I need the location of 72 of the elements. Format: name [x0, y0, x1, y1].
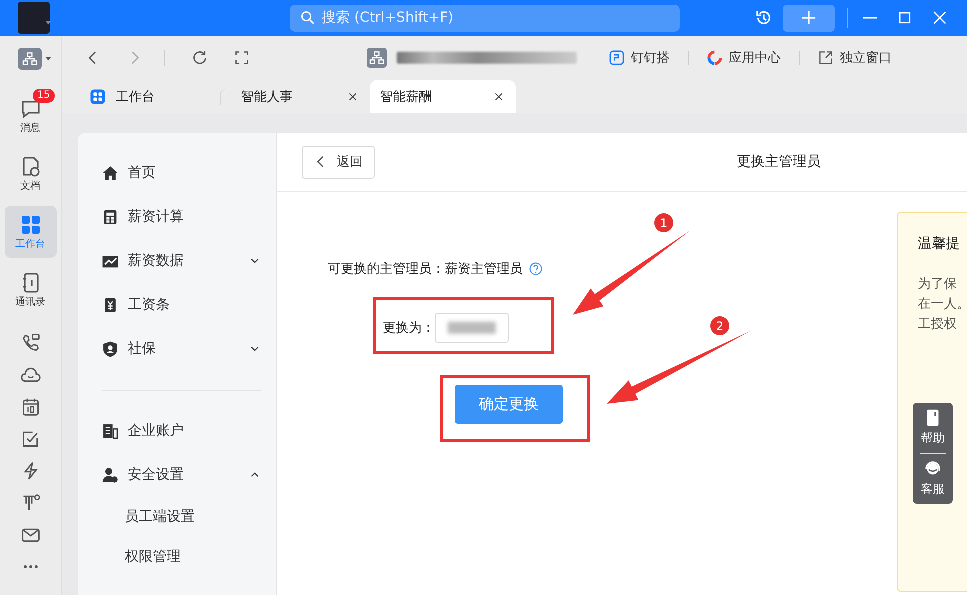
nav-item[interactable]: 安全设置: [102, 453, 261, 497]
rail-item[interactable]: 15 消息: [4, 90, 56, 142]
shield-icon: [102, 340, 119, 358]
close-icon: [493, 90, 505, 102]
org-switcher[interactable]: [18, 48, 42, 70]
toolbar-link[interactable]: 应用中心: [707, 49, 781, 67]
rail-label: 文档: [20, 180, 40, 192]
phone-icon[interactable]: [20, 333, 40, 353]
nav-item[interactable]: 薪资计算: [102, 195, 261, 239]
admin-select-field[interactable]: [435, 313, 509, 343]
avatar-placeholder: [18, 2, 50, 34]
plus-icon: [800, 9, 818, 27]
org-chart-icon: [22, 51, 38, 67]
tip-text: 工授权: [918, 316, 958, 334]
field-label: 更换为：: [383, 320, 435, 337]
yen-slip-icon: [102, 296, 119, 314]
workbench-icon: [90, 88, 106, 104]
step-number: 2: [710, 316, 730, 336]
nav-item[interactable]: 首页: [102, 151, 261, 195]
checkbox-icon[interactable]: [20, 429, 40, 449]
toolbar-link[interactable]: 独立窗口: [818, 49, 892, 67]
refresh-icon: [191, 49, 209, 67]
org-chart-icon: [367, 48, 387, 68]
four-squares-icon: [20, 214, 42, 236]
ring-logo-icon: [707, 50, 723, 66]
rail-label: 消息: [20, 122, 40, 134]
tip-text: 为了保: [918, 276, 958, 294]
external-window-icon: [818, 50, 834, 66]
tab[interactable]: 智能薪酬: [370, 80, 516, 113]
tab-label: 智能薪酬: [380, 88, 433, 106]
toolbar-link[interactable]: 钉钉搭: [609, 49, 670, 67]
home-icon: [102, 164, 119, 182]
nav-subitem[interactable]: 员工端设置: [102, 497, 261, 537]
add-button[interactable]: [783, 4, 835, 32]
search-field[interactable]: 搜索 (Ctrl+Shift+F): [290, 4, 680, 32]
help-panel-button[interactable]: 帮助: [921, 409, 945, 447]
rail-item[interactable]: 通讯录: [4, 264, 56, 316]
rail-label: 工作台: [16, 238, 46, 250]
help-icon: [529, 262, 543, 276]
unread-badge: 15: [32, 88, 56, 102]
nav-subitem[interactable]: 权限管理: [102, 537, 261, 577]
nav-item[interactable]: 工资条: [102, 283, 261, 327]
tip-title: 温馨提: [918, 235, 961, 253]
blurred-text: [448, 322, 496, 334]
rail-label: 通讯录: [16, 296, 46, 308]
square-logo-icon: [609, 50, 625, 66]
tab[interactable]: 工作台: [80, 80, 220, 113]
close-icon: [931, 9, 949, 27]
tip-text: 在一人。: [918, 296, 967, 314]
caret-icon: [44, 18, 53, 27]
step-number: 1: [654, 214, 674, 232]
back-button[interactable]: 返回: [302, 146, 375, 178]
nav-item[interactable]: 企业账户: [102, 409, 261, 453]
history-icon: [755, 9, 773, 27]
tab-label: 工作台: [116, 88, 156, 106]
close-icon: [347, 90, 359, 102]
calendar-icon[interactable]: [20, 397, 40, 417]
search-icon: [300, 10, 316, 26]
building-icon: [102, 422, 119, 440]
minimize-icon: [863, 17, 877, 19]
text-tool-icon[interactable]: [20, 493, 40, 513]
calculator-icon: [102, 208, 119, 226]
help-panel-button[interactable]: 客服: [921, 460, 945, 498]
nav-item[interactable]: 薪资数据: [102, 239, 261, 283]
page-title: 更换主管理员: [737, 153, 821, 171]
cloud-icon[interactable]: [20, 365, 40, 385]
tab-label: 智能人事: [241, 88, 294, 106]
nav-item[interactable]: 社保: [102, 327, 261, 371]
caret-icon: [44, 54, 53, 63]
current-admin-text: 可更换的主管理员：薪资主管理员: [328, 261, 523, 278]
fullscreen-icon: [233, 49, 251, 67]
rail-item[interactable]: 文档: [4, 148, 56, 200]
